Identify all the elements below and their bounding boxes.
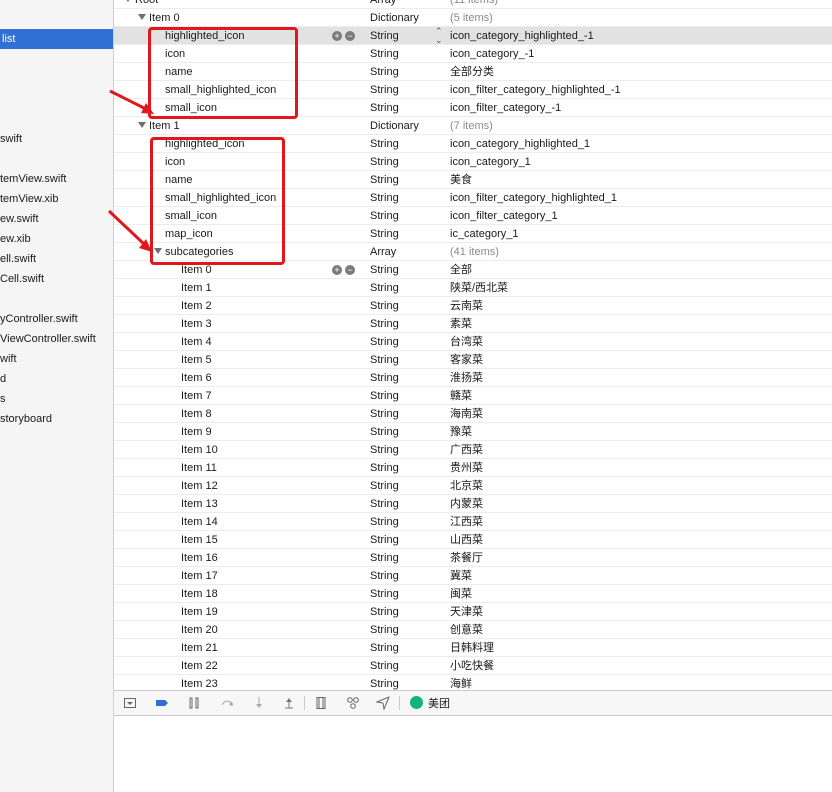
plist-row[interactable]: Item 7 String 赣菜 (114, 387, 832, 405)
plist-row-root[interactable]: Root Array (11 items) (114, 0, 832, 9)
step-over-icon[interactable] (220, 696, 234, 710)
plist-row[interactable]: Item 19 String 天津菜 (114, 603, 832, 621)
annotation-arrow (109, 89, 154, 114)
memory-graph-icon[interactable] (346, 696, 360, 710)
sidebar-item-file[interactable]: temView.xib (0, 189, 59, 209)
hide-debug-area-icon[interactable] (123, 696, 137, 710)
toolbar-separator (304, 696, 305, 710)
add-row-icon[interactable]: + (332, 265, 342, 275)
step-into-icon[interactable] (252, 696, 266, 710)
plist-row[interactable]: Item 2 String 云南菜 (114, 297, 832, 315)
sidebar-item-file[interactable]: storyboard (0, 409, 52, 429)
plist-row[interactable]: Item 8 String 海南菜 (114, 405, 832, 423)
plist-row[interactable]: Item 4 String 台湾菜 (114, 333, 832, 351)
plist-row[interactable]: Item 6 String 淮扬菜 (114, 369, 832, 387)
sidebar-item-file[interactable]: swift (0, 129, 22, 149)
type-stepper-icon[interactable]: ⌃ ⌄ (435, 27, 443, 45)
annotation-box (148, 27, 298, 119)
project-navigator: list swift temView.swift temView.xib ew.… (0, 0, 114, 792)
sidebar-item-selected[interactable]: list (0, 29, 113, 49)
plist-row[interactable]: Item 22 String 小吃快餐 (114, 657, 832, 675)
plist-row[interactable]: Item 1 String 陕菜/西北菜 (114, 279, 832, 297)
plist-row[interactable]: Item 15 String 山西菜 (114, 531, 832, 549)
disclosure-triangle-icon[interactable] (138, 14, 146, 21)
sidebar-item-file[interactable]: yController.swift (0, 309, 78, 329)
plist-row[interactable]: Item 9 String 豫菜 (114, 423, 832, 441)
annotation-box (150, 137, 285, 265)
plist-row-item[interactable]: Item 1 Dictionary (7 items) (114, 117, 832, 135)
plist-row[interactable]: Item 11 String 贵州菜 (114, 459, 832, 477)
view-hierarchy-icon[interactable] (314, 696, 328, 710)
pause-icon[interactable] (187, 696, 201, 710)
simulate-location-icon[interactable] (376, 696, 390, 710)
plist-row[interactable]: Item 3 String 素菜 (114, 315, 832, 333)
disclosure-triangle-icon[interactable] (124, 0, 132, 3)
breakpoints-icon[interactable] (155, 696, 169, 710)
plist-row[interactable]: Item 10 String 广西菜 (114, 441, 832, 459)
debug-toolbar: 美团 (114, 690, 832, 716)
annotation-arrow (107, 209, 152, 252)
step-out-icon[interactable] (282, 696, 296, 710)
plist-row[interactable]: Item 20 String 创意菜 (114, 621, 832, 639)
sidebar-item-file[interactable]: wift (0, 349, 17, 369)
sidebar-item-file[interactable]: d (0, 369, 6, 389)
plist-row-item[interactable]: Item 0 Dictionary (5 items) (114, 9, 832, 27)
add-row-icon[interactable]: + (332, 31, 342, 41)
sidebar-item-file[interactable]: Cell.swift (0, 269, 44, 289)
sidebar-item-file[interactable]: temView.swift (0, 169, 66, 189)
toolbar-separator (399, 696, 400, 710)
plist-row[interactable]: Item 16 String 茶餐厅 (114, 549, 832, 567)
plist-row[interactable]: Item 21 String 日韩料理 (114, 639, 832, 657)
plist-row[interactable]: Item 13 String 内蒙菜 (114, 495, 832, 513)
plist-row[interactable]: Item 23 String 海鲜 (114, 675, 832, 690)
sidebar-item-file[interactable]: ew.xib (0, 229, 31, 249)
debug-console[interactable] (114, 716, 832, 792)
sidebar-item-file[interactable]: ell.swift (0, 249, 36, 269)
plist-row[interactable]: Item 14 String 江西菜 (114, 513, 832, 531)
app-target-icon[interactable] (410, 696, 423, 709)
sidebar-item-file[interactable]: s (0, 389, 6, 409)
sidebar-item-file[interactable]: ew.swift (0, 209, 39, 229)
remove-row-icon[interactable]: − (345, 265, 355, 275)
plist-row[interactable]: Item 18 String 闽菜 (114, 585, 832, 603)
plist-row[interactable]: Item 12 String 北京菜 (114, 477, 832, 495)
plist-editor: Root Array (11 items) Item 0 Dictionary … (114, 0, 832, 690)
sidebar-item-file[interactable]: ViewController.swift (0, 329, 96, 349)
plist-row[interactable]: Item 5 String 客家菜 (114, 351, 832, 369)
plist-row[interactable]: Item 17 String 冀菜 (114, 567, 832, 585)
remove-row-icon[interactable]: − (345, 31, 355, 41)
debug-target-label[interactable]: 美团 (428, 695, 450, 711)
